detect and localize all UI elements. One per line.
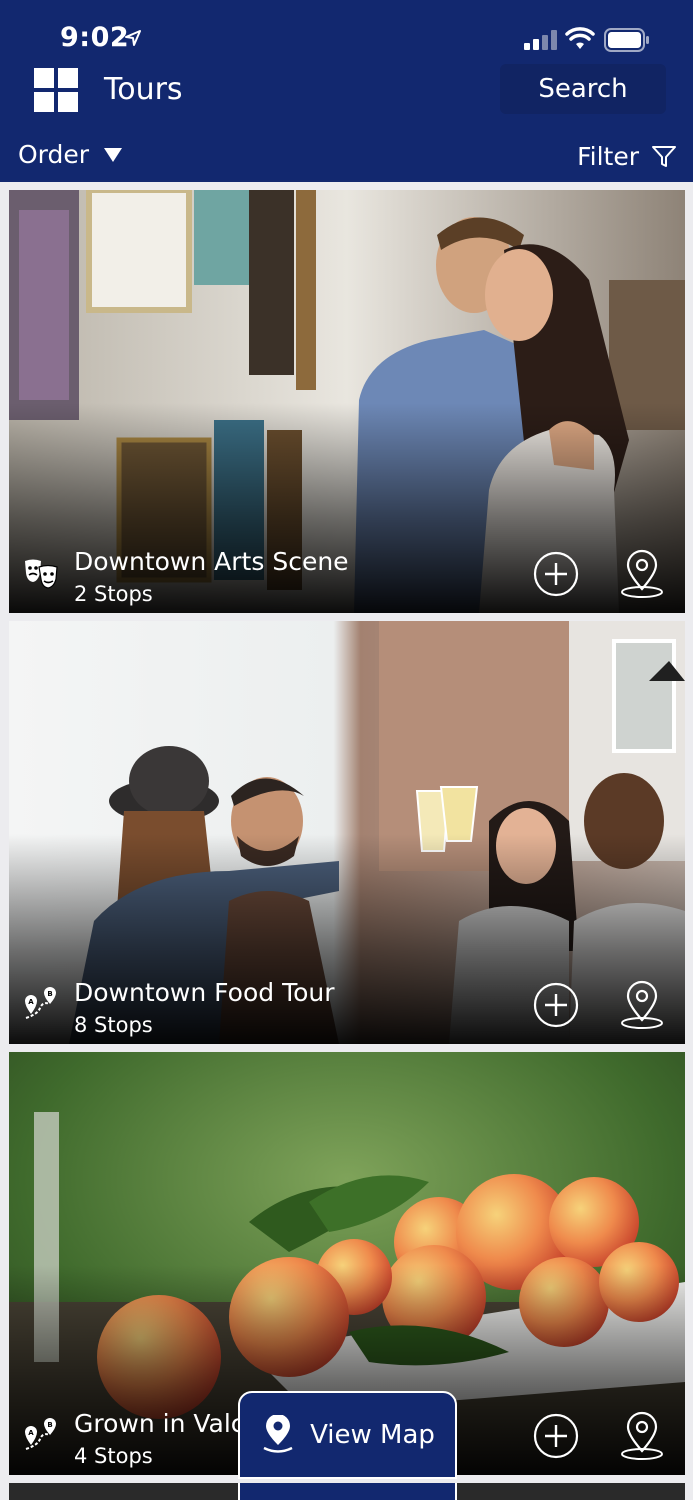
order-label: Order — [18, 140, 90, 169]
app-header: 9:02 Tours Search — [0, 0, 693, 130]
search-button[interactable]: Search — [500, 64, 666, 114]
filter-funnel-icon — [652, 145, 676, 167]
tour-stops-count: 2 Stops — [74, 582, 153, 606]
tour-stops-count: 4 Stops — [74, 1444, 153, 1468]
route-a-b-icon: A B — [25, 1418, 56, 1450]
view-map-button[interactable]: View Map — [238, 1391, 457, 1479]
route-a-b-icon: A B — [25, 987, 56, 1019]
add-circle-icon[interactable] — [533, 551, 579, 597]
order-dropdown[interactable]: Order — [18, 140, 123, 169]
status-time: 9:02 — [60, 22, 130, 53]
tour-card[interactable]: A B Downtown Food Tour 8 Stops — [9, 621, 685, 1044]
map-pin-icon[interactable] — [619, 1411, 665, 1461]
filter-button[interactable]: Filter — [577, 142, 677, 171]
tour-name: Downtown Arts Scene — [74, 547, 349, 576]
menu-grid-icon[interactable] — [34, 68, 78, 112]
tour-stops-count: 8 Stops — [74, 1013, 153, 1037]
cellular-signal-icon — [524, 30, 557, 50]
map-pin-icon[interactable] — [619, 980, 665, 1030]
map-pin-icon[interactable] — [619, 549, 665, 599]
map-pin-icon — [263, 1415, 293, 1453]
tour-card[interactable]: Downtown Arts Scene 2 Stops — [9, 190, 685, 613]
sort-filter-bar: Order Filter — [0, 130, 693, 182]
location-arrow-icon — [125, 30, 141, 46]
triangle-down-icon — [104, 147, 123, 162]
wifi-icon — [565, 27, 595, 49]
page-title: Tours — [104, 72, 183, 107]
theater-masks-icon — [25, 559, 58, 589]
tour-name: Grown in Valc — [74, 1409, 245, 1438]
add-circle-icon[interactable] — [533, 982, 579, 1028]
svg-text:B: B — [47, 1421, 52, 1429]
add-circle-icon[interactable] — [533, 1413, 579, 1459]
svg-text:A: A — [28, 1429, 34, 1437]
filter-label: Filter — [577, 142, 639, 171]
svg-text:A: A — [28, 998, 34, 1006]
tour-name: Downtown Food Tour — [74, 978, 335, 1007]
battery-icon — [604, 28, 649, 52]
svg-text:B: B — [47, 990, 52, 998]
view-map-button-tail — [238, 1483, 457, 1500]
view-map-label: View Map — [310, 1420, 435, 1450]
